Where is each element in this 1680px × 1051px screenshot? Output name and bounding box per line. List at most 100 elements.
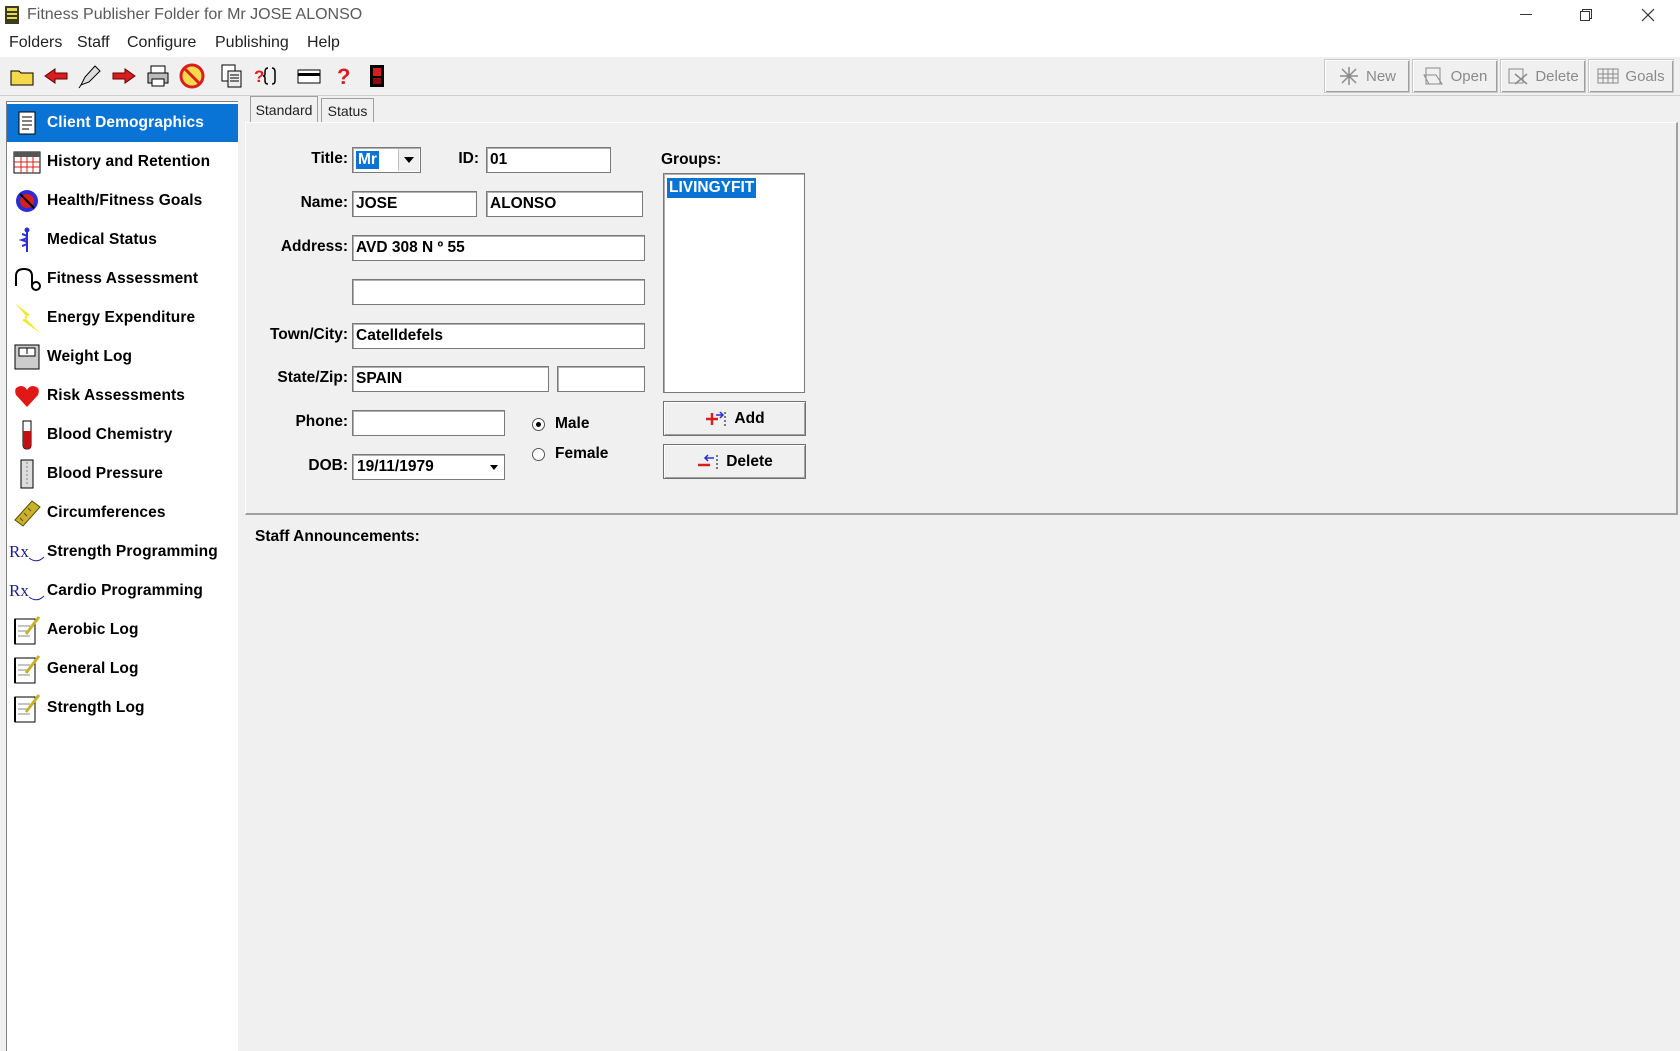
town-city-field[interactable]: Catelldefels bbox=[352, 323, 645, 349]
male-label: Male bbox=[555, 415, 590, 432]
zip-field[interactable] bbox=[557, 366, 645, 392]
chevron-down-icon[interactable] bbox=[486, 456, 502, 478]
list-item[interactable]: LIVINGYFIT bbox=[667, 178, 757, 198]
sidebar-item-risk-assessments[interactable]: Risk Assessments bbox=[7, 377, 238, 415]
add-label: Add bbox=[734, 409, 765, 427]
id-label: ID: bbox=[458, 150, 479, 167]
phone-field[interactable] bbox=[352, 410, 505, 436]
dob-value: 19/11/1979 bbox=[357, 458, 434, 475]
scale-icon bbox=[7, 338, 47, 376]
cancel-icon[interactable] bbox=[177, 61, 207, 91]
menu-staff[interactable]: Staff bbox=[77, 34, 110, 52]
calendar-icon bbox=[7, 143, 47, 181]
sidebar-item-label: Risk Assessments bbox=[47, 387, 186, 404]
sidebar-item-cardio-programming[interactable]: Rx Cardio Programming bbox=[7, 572, 238, 610]
sidebar-item-blood-chemistry[interactable]: Blood Chemistry bbox=[7, 416, 238, 454]
window-title: Fitness Publisher Folder for Mr JOSE ALO… bbox=[27, 6, 363, 23]
sidebar-item-blood-pressure[interactable]: Blood Pressure bbox=[7, 455, 238, 493]
sidebar-item-circumferences[interactable]: Circumferences bbox=[7, 494, 238, 532]
address-line1-field[interactable]: AVD 308 N º 55 bbox=[352, 235, 645, 261]
sidebar-item-medical-status[interactable]: Medical Status bbox=[7, 221, 238, 259]
delete-label: Delete bbox=[726, 452, 773, 470]
sidebar-item-fitness-assessment[interactable]: Fitness Assessment bbox=[7, 260, 238, 298]
sidebar-item-label: Blood Chemistry bbox=[47, 426, 173, 443]
add-group-button[interactable]: Add bbox=[663, 401, 806, 436]
delete-group-button[interactable]: Delete bbox=[663, 444, 806, 479]
phone-label: Phone: bbox=[295, 413, 348, 430]
address-line2-field[interactable] bbox=[352, 279, 645, 305]
groups-list[interactable]: LIVINGYFIT bbox=[663, 173, 805, 393]
sidebar-item-strength-programming[interactable]: Rx Strength Programming bbox=[7, 533, 238, 571]
svg-text:Rx: Rx bbox=[9, 581, 29, 600]
menu-help[interactable]: Help bbox=[307, 34, 340, 52]
rx-icon: Rx bbox=[7, 533, 47, 571]
sidebar-item-client-demographics[interactable]: Client Demographics bbox=[7, 104, 238, 142]
tab-standard[interactable]: Standard bbox=[250, 96, 318, 123]
tab-status[interactable]: Status bbox=[321, 98, 374, 123]
open-button[interactable]: Open bbox=[1412, 59, 1498, 93]
menu-folders[interactable]: Folders bbox=[9, 34, 62, 52]
menu-publishing[interactable]: Publishing bbox=[215, 34, 289, 52]
exit-door-icon[interactable] bbox=[362, 61, 392, 91]
radio-selected-icon bbox=[532, 417, 545, 431]
svg-text:?: ? bbox=[254, 67, 264, 86]
sidebar-item-energy-expenditure[interactable]: Energy Expenditure bbox=[7, 299, 238, 337]
sidebar-item-label: History and Retention bbox=[47, 153, 211, 170]
sidebar-item-strength-log[interactable]: Strength Log bbox=[7, 689, 238, 727]
help-query-icon[interactable]: ? bbox=[251, 61, 281, 91]
close-button[interactable] bbox=[1620, 0, 1676, 30]
title-combo[interactable]: Mr bbox=[352, 147, 421, 173]
forward-arrow-icon[interactable] bbox=[109, 61, 139, 91]
title-label: Title: bbox=[311, 150, 348, 167]
target-icon bbox=[7, 182, 47, 220]
add-icon bbox=[706, 410, 726, 426]
delete-icon bbox=[1508, 68, 1528, 85]
back-arrow-icon[interactable] bbox=[41, 61, 71, 91]
staff-announcements-area bbox=[245, 550, 1678, 1050]
gender-male-radio[interactable]: Male bbox=[532, 415, 589, 433]
menu-bar: Folders Staff Configure Publishing Help bbox=[0, 30, 1680, 57]
groups-label: Groups: bbox=[661, 151, 722, 168]
card-icon[interactable] bbox=[294, 61, 324, 91]
sidebar-item-health-fitness-goals[interactable]: Health/Fitness Goals bbox=[7, 182, 238, 220]
heart-icon bbox=[7, 377, 47, 415]
edit-icon[interactable] bbox=[75, 61, 105, 91]
title-value: Mr bbox=[356, 151, 379, 169]
id-field[interactable]: 01 bbox=[486, 147, 611, 173]
notepad-icon bbox=[7, 689, 47, 727]
sidebar-item-label: Energy Expenditure bbox=[47, 309, 196, 326]
delete-label: Delete bbox=[1535, 67, 1579, 85]
restore-button[interactable] bbox=[1558, 0, 1614, 30]
gender-female-radio[interactable]: Female bbox=[532, 445, 608, 463]
last-name-field[interactable]: ALONSO bbox=[486, 191, 643, 217]
new-button[interactable]: New bbox=[1324, 59, 1410, 93]
sidebar-item-label: General Log bbox=[47, 660, 139, 677]
delete-toolbar-button[interactable]: Delete bbox=[1500, 59, 1586, 93]
print-icon[interactable] bbox=[143, 61, 173, 91]
first-name-field[interactable]: JOSE bbox=[352, 191, 477, 217]
dob-picker[interactable]: 19/11/1979 bbox=[352, 454, 505, 480]
open-folder-icon[interactable] bbox=[7, 61, 37, 91]
sidebar-item-history-and-retention[interactable]: History and Retention bbox=[7, 143, 238, 181]
menu-configure[interactable]: Configure bbox=[127, 34, 196, 52]
minimize-button[interactable] bbox=[1498, 0, 1554, 30]
sidebar-item-aerobic-log[interactable]: Aerobic Log bbox=[7, 611, 238, 649]
sidebar-item-label: Aerobic Log bbox=[47, 621, 139, 638]
sidebar-item-weight-log[interactable]: Weight Log bbox=[7, 338, 238, 376]
rx-icon: Rx bbox=[7, 572, 47, 610]
chevron-down-icon[interactable] bbox=[398, 149, 419, 171]
remove-icon bbox=[698, 453, 718, 469]
help-icon[interactable]: ? bbox=[328, 61, 358, 91]
sidebar-item-label: Client Demographics bbox=[47, 114, 204, 131]
sidebar-item-label: Cardio Programming bbox=[47, 582, 203, 599]
state-field[interactable]: SPAIN bbox=[352, 366, 549, 392]
sidebar-item-general-log[interactable]: General Log bbox=[7, 650, 238, 688]
state-zip-label: State/Zip: bbox=[277, 369, 348, 386]
open-label: Open bbox=[1450, 67, 1488, 85]
notepad-icon bbox=[7, 650, 47, 688]
svg-text:?: ? bbox=[337, 64, 350, 89]
goals-button[interactable]: Goals bbox=[1588, 59, 1674, 93]
female-label: Female bbox=[555, 445, 609, 462]
copy-icon[interactable] bbox=[217, 61, 247, 91]
caduceus-icon bbox=[7, 221, 47, 259]
